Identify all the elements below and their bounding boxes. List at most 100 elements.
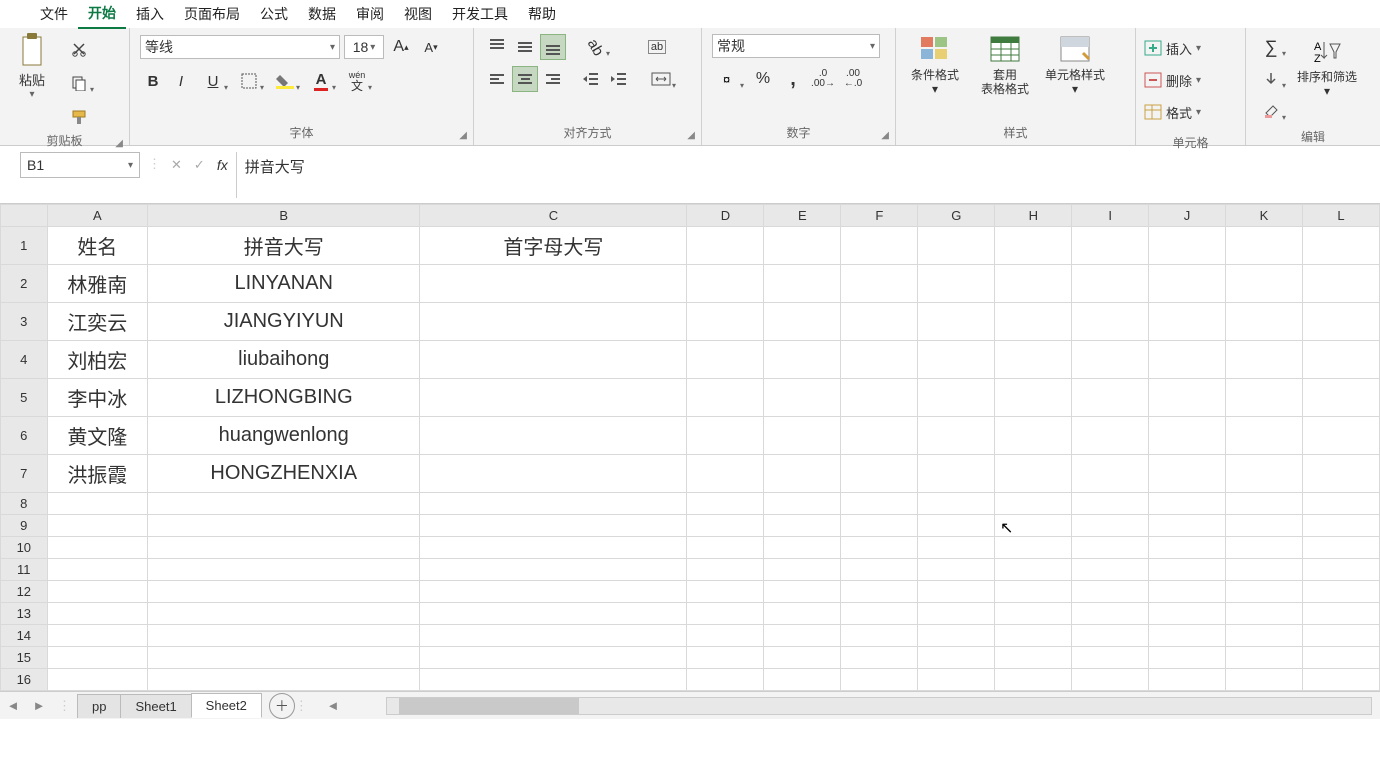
menu-file[interactable]: 文件: [30, 0, 78, 28]
dialog-launcher-icon[interactable]: ◢: [115, 138, 123, 149]
cell[interactable]: [1225, 581, 1302, 603]
cell[interactable]: [1149, 581, 1226, 603]
cell[interactable]: [1302, 559, 1379, 581]
cell[interactable]: [1149, 265, 1226, 303]
sort-filter-button[interactable]: AZ 排序和筛选▾: [1294, 34, 1360, 101]
cell[interactable]: [1149, 341, 1226, 379]
cell[interactable]: [1302, 455, 1379, 493]
cell[interactable]: [687, 303, 764, 341]
format-as-table-button[interactable]: 套用 表格格式: [970, 32, 1040, 99]
format-painter-icon[interactable]: [66, 104, 92, 130]
cell[interactable]: [1302, 515, 1379, 537]
orientation-icon[interactable]: ab: [578, 34, 612, 60]
cell[interactable]: [420, 625, 687, 647]
cell[interactable]: [1302, 303, 1379, 341]
sheet-tab[interactable]: pp: [77, 694, 121, 718]
cell[interactable]: [1072, 227, 1149, 265]
cell[interactable]: [1302, 379, 1379, 417]
cell[interactable]: [841, 455, 918, 493]
cell[interactable]: [420, 341, 687, 379]
cell[interactable]: [764, 227, 841, 265]
cell[interactable]: [764, 559, 841, 581]
cell[interactable]: liubaihong: [148, 341, 420, 379]
cell[interactable]: [687, 603, 764, 625]
font-color-icon[interactable]: A: [304, 68, 338, 94]
menu-view[interactable]: 视图: [394, 0, 442, 28]
decrease-decimal-icon[interactable]: .00←.0: [840, 66, 866, 92]
paste-button[interactable]: 粘贴 ▾: [4, 32, 60, 100]
cell[interactable]: [1225, 493, 1302, 515]
italic-button[interactable]: I: [168, 68, 194, 94]
cell[interactable]: [47, 669, 147, 691]
cell[interactable]: [687, 227, 764, 265]
cell[interactable]: [918, 603, 995, 625]
menu-pagelayout[interactable]: 页面布局: [174, 0, 250, 28]
cell[interactable]: [687, 581, 764, 603]
cell[interactable]: [995, 303, 1072, 341]
name-box[interactable]: B1▾: [20, 152, 140, 178]
fx-icon[interactable]: fx: [217, 157, 228, 173]
cell[interactable]: [1302, 417, 1379, 455]
cell[interactable]: [420, 647, 687, 669]
cell[interactable]: [764, 603, 841, 625]
fill-icon[interactable]: [1254, 66, 1288, 92]
cell[interactable]: [995, 647, 1072, 669]
cell[interactable]: [764, 669, 841, 691]
cell[interactable]: 姓名: [47, 227, 147, 265]
cell[interactable]: 江奕云: [47, 303, 147, 341]
sheet-tab[interactable]: Sheet1: [120, 694, 191, 718]
cell[interactable]: [47, 515, 147, 537]
cell[interactable]: [841, 227, 918, 265]
cell[interactable]: [918, 227, 995, 265]
cell[interactable]: [995, 625, 1072, 647]
cell[interactable]: [687, 341, 764, 379]
cell[interactable]: 黄文隆: [47, 417, 147, 455]
autosum-icon[interactable]: ∑: [1254, 34, 1288, 60]
cell[interactable]: [1072, 625, 1149, 647]
cell[interactable]: [1225, 559, 1302, 581]
cell[interactable]: [918, 537, 995, 559]
cut-icon[interactable]: [66, 36, 92, 62]
row-header[interactable]: 6: [1, 417, 48, 455]
row-header[interactable]: 9: [1, 515, 48, 537]
cell[interactable]: [148, 625, 420, 647]
cell[interactable]: [420, 603, 687, 625]
merge-cells-icon[interactable]: [644, 66, 678, 92]
cell[interactable]: [47, 647, 147, 669]
cell[interactable]: [841, 379, 918, 417]
cell[interactable]: [1149, 493, 1226, 515]
cell[interactable]: [918, 455, 995, 493]
menu-insert[interactable]: 插入: [126, 0, 174, 28]
cell[interactable]: [918, 265, 995, 303]
menu-formulas[interactable]: 公式: [250, 0, 298, 28]
cell[interactable]: [995, 379, 1072, 417]
cancel-formula-icon[interactable]: ✕: [171, 157, 182, 173]
cell[interactable]: [918, 515, 995, 537]
percent-icon[interactable]: %: [750, 66, 776, 92]
cell[interactable]: [918, 625, 995, 647]
menu-devtools[interactable]: 开发工具: [442, 0, 518, 28]
menu-review[interactable]: 审阅: [346, 0, 394, 28]
sheet-tab[interactable]: Sheet2: [191, 693, 262, 718]
cell[interactable]: [841, 417, 918, 455]
cell[interactable]: [918, 493, 995, 515]
fill-color-icon[interactable]: [268, 68, 302, 94]
cell[interactable]: [1149, 647, 1226, 669]
add-sheet-icon[interactable]: ＋: [269, 693, 295, 719]
cell[interactable]: [1072, 455, 1149, 493]
cell[interactable]: [764, 303, 841, 341]
cell[interactable]: [1149, 669, 1226, 691]
cell[interactable]: [1225, 341, 1302, 379]
cell[interactable]: [1225, 379, 1302, 417]
align-right-icon[interactable]: [540, 66, 566, 92]
cell[interactable]: [1302, 669, 1379, 691]
cell[interactable]: [1149, 559, 1226, 581]
clear-icon[interactable]: [1254, 98, 1288, 124]
cell[interactable]: [420, 379, 687, 417]
cell[interactable]: [148, 559, 420, 581]
col-header[interactable]: C: [420, 205, 687, 227]
cell[interactable]: [1072, 515, 1149, 537]
cell[interactable]: [420, 493, 687, 515]
col-header[interactable]: J: [1149, 205, 1226, 227]
cell[interactable]: [47, 581, 147, 603]
